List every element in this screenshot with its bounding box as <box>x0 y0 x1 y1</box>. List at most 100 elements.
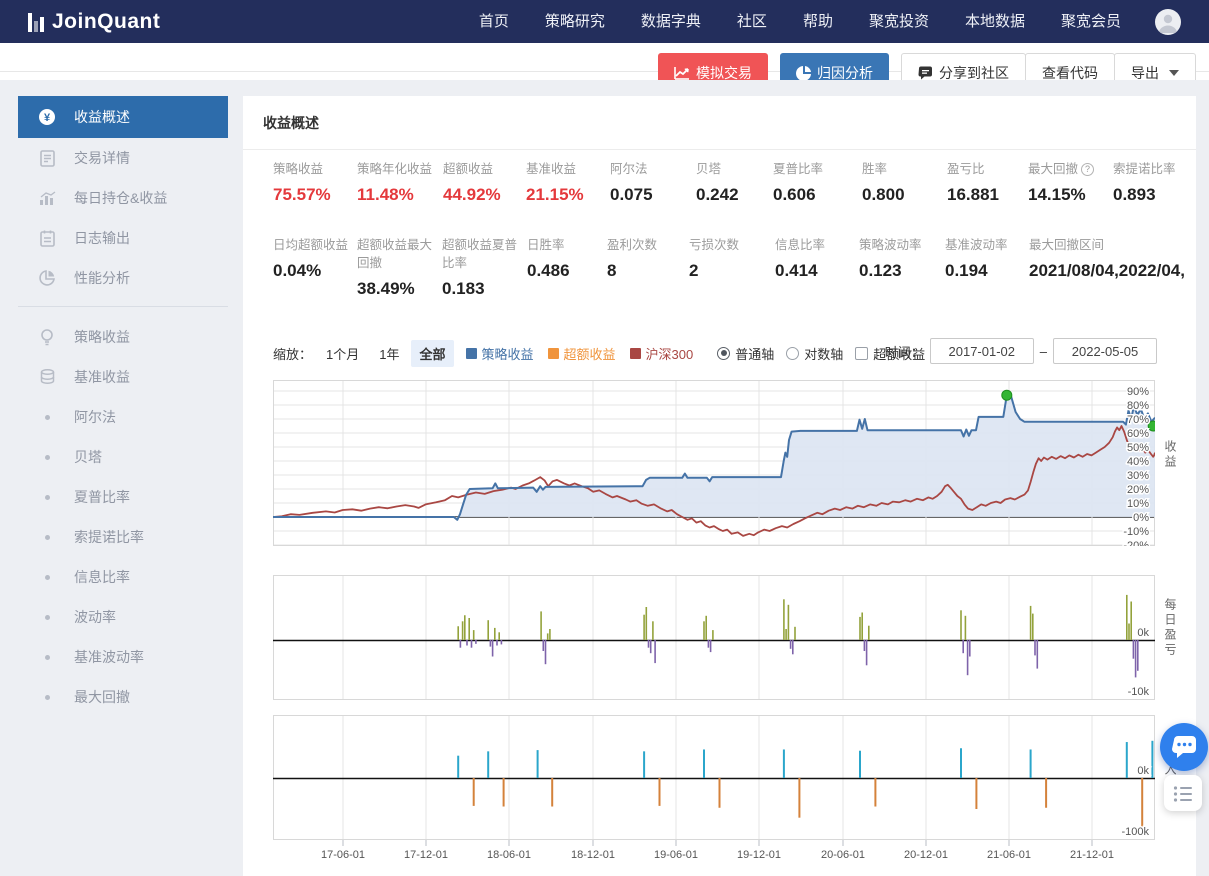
metric-label: 夏普比率 <box>773 160 862 178</box>
metric-value: 8 <box>607 261 689 281</box>
sidebar-item-阿尔法[interactable]: 阿尔法 <box>18 397 228 437</box>
bullet-icon <box>36 575 58 580</box>
sidebar-item-策略收益[interactable]: 策略收益 <box>18 317 228 357</box>
sidebar-item-收益概述[interactable]: ¥收益概述 <box>18 96 228 138</box>
nav-item-7[interactable]: 本地数据 <box>947 0 1043 43</box>
trend-icon <box>674 66 690 80</box>
metric-mrow2-10: 最大回撤区间2021/08/04,2022/04, <box>1029 236 1196 299</box>
metric-value: 0.075 <box>610 185 696 205</box>
sub-header: 模拟交易归因分析分享到社区查看代码导出 <box>0 43 1209 80</box>
export-button[interactable]: 导出 <box>1114 53 1196 80</box>
date-to-input[interactable] <box>1053 338 1157 364</box>
legend-item-超额收益[interactable]: 超额收益 <box>548 344 616 363</box>
metric-mrow2-2: 超额收益最大回撤38.49% <box>357 236 442 299</box>
metric-mrow2-6: 亏损次数2 <box>689 236 775 299</box>
pie-icon <box>796 66 811 81</box>
button-label: 导出 <box>1131 63 1159 80</box>
zoom-option-全部[interactable]: 全部 <box>411 340 453 367</box>
sidebar-item-label: 贝塔 <box>74 447 102 467</box>
legend-item-策略收益[interactable]: 策略收益 <box>466 344 534 363</box>
option-label: 普通轴 <box>735 344 774 363</box>
sidebar-divider <box>18 306 228 307</box>
time-label: 时间： <box>885 342 924 361</box>
returns-axis-title: 收益 <box>1162 440 1179 470</box>
sidebar-item-label: 交易详情 <box>74 148 130 168</box>
bullet-icon <box>36 655 58 660</box>
bulb-icon <box>36 329 58 346</box>
legend-item-沪深300[interactable]: 沪深300 <box>630 344 694 363</box>
metric-mrow2-5: 盈利次数8 <box>607 236 689 299</box>
cash-flow-chart[interactable]: 0k-100k <box>273 715 1155 840</box>
chart-icon <box>36 191 58 206</box>
sidebar-item-贝塔[interactable]: 贝塔 <box>18 437 228 477</box>
nav-item-2[interactable]: 策略研究 <box>527 0 623 43</box>
nav-item-1[interactable]: 首页 <box>461 0 527 43</box>
nav-item-8[interactable]: 聚宽会员 <box>1043 0 1139 43</box>
svg-text:90%: 90% <box>1127 386 1149 398</box>
metric-mrow1-7: 夏普比率0.606 <box>773 160 862 205</box>
nav-item-4[interactable]: 社区 <box>719 0 785 43</box>
x-axis-label: 17-06-01 <box>321 849 365 861</box>
metric-mrow1-11: 索提诺比率0.893 <box>1113 160 1196 205</box>
sidebar-item-交易详情[interactable]: 交易详情 <box>18 138 228 178</box>
sidebar-item-夏普比率[interactable]: 夏普比率 <box>18 477 228 517</box>
nav-menu: 首页策略研究数据字典社区帮助聚宽投资本地数据聚宽会员 <box>461 0 1139 43</box>
list-icon <box>1173 784 1193 802</box>
sidebar-item-性能分析[interactable]: 性能分析 <box>18 258 228 298</box>
svg-text:10%: 10% <box>1127 498 1149 510</box>
view-code-button[interactable]: 查看代码 <box>1025 53 1115 80</box>
time-range-group: 时间： – <box>885 338 1163 364</box>
svg-text:80%: 80% <box>1127 400 1149 412</box>
user-avatar[interactable] <box>1155 9 1181 35</box>
metric-value: 75.57% <box>273 185 357 205</box>
radio-对数轴[interactable]: 对数轴 <box>786 344 843 363</box>
legend-label: 沪深300 <box>646 344 694 363</box>
date-from-input[interactable] <box>930 338 1034 364</box>
share-to-community-button[interactable]: 分享到社区 <box>901 53 1026 80</box>
metric-mrow2-8: 策略波动率0.123 <box>859 236 945 299</box>
doc-icon <box>36 150 58 167</box>
db-icon <box>36 369 58 385</box>
person-icon <box>1155 9 1181 35</box>
x-axis-label: 17-12-01 <box>404 849 448 861</box>
metric-label: 阿尔法 <box>610 160 696 178</box>
zoom-option-1年[interactable]: 1年 <box>371 340 407 367</box>
bullet-icon <box>36 455 58 460</box>
svg-text:40%: 40% <box>1127 456 1149 468</box>
option-label: 对数轴 <box>804 344 843 363</box>
simulate-trade-button[interactable]: 模拟交易 <box>658 53 768 80</box>
sidebar-item-label: 基准波动率 <box>74 647 144 667</box>
sidebar-item-基准波动率[interactable]: 基准波动率 <box>18 637 228 677</box>
attribution-analysis-button[interactable]: 归因分析 <box>780 53 889 80</box>
daily-pnl-axis-title: 每日盈亏 <box>1162 598 1179 658</box>
sidebar-item-日志输出[interactable]: 日志输出 <box>18 218 228 258</box>
daily-pnl-chart[interactable]: 0k-10k <box>273 575 1155 700</box>
zoom-option-1个月[interactable]: 1个月 <box>318 340 367 367</box>
nav-item-5[interactable]: 帮助 <box>785 0 851 43</box>
metric-label: 贝塔 <box>696 160 773 178</box>
metric-label: 策略年化收益 <box>357 160 443 178</box>
event-marker <box>1148 421 1155 431</box>
sidebar-item-波动率[interactable]: 波动率 <box>18 597 228 637</box>
joinquant-logo[interactable]: JoinQuant <box>28 10 160 34</box>
x-axis-label: 18-06-01 <box>487 849 531 861</box>
nav-item-3[interactable]: 数据字典 <box>623 0 719 43</box>
sidebar-item-索提诺比率[interactable]: 索提诺比率 <box>18 517 228 557</box>
metric-label: 亏损次数 <box>689 236 775 254</box>
bullet-icon <box>36 615 58 620</box>
svg-text:¥: ¥ <box>44 112 51 124</box>
sidebar-item-每日持仓收益[interactable]: 每日持仓&收益 <box>18 178 228 218</box>
radio-普通轴[interactable]: 普通轴 <box>717 344 774 363</box>
chat-fab-button[interactable] <box>1160 723 1208 771</box>
metric-value: 21.15% <box>526 185 610 205</box>
sidebar-item-最大回撤[interactable]: 最大回撤 <box>18 677 228 717</box>
sidebar-item-基准收益[interactable]: 基准收益 <box>18 357 228 397</box>
returns-chart[interactable]: 90%80%70%60%50%40%30%20%10%0%-10%-20% <box>273 380 1155 546</box>
metrics-row-2: 日均超额收益0.04%超额收益最大回撤38.49%超额收益夏普比率0.183日胜… <box>273 236 1196 299</box>
nav-item-6[interactable]: 聚宽投资 <box>851 0 947 43</box>
help-icon[interactable]: ? <box>1081 163 1094 176</box>
sidebar-item-信息比率[interactable]: 信息比率 <box>18 557 228 597</box>
svg-text:-20%: -20% <box>1123 540 1149 546</box>
svg-text:20%: 20% <box>1127 484 1149 496</box>
list-fab-button[interactable] <box>1164 775 1202 811</box>
